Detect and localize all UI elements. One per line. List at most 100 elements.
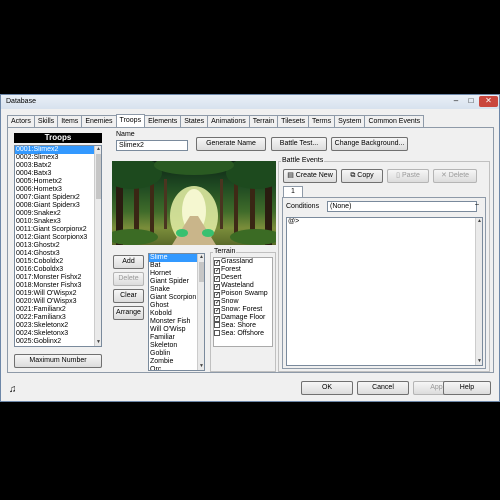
tab-terrain[interactable]: Terrain — [248, 115, 279, 127]
troop-list-item[interactable]: 0014:Ghostx3 — [15, 250, 101, 258]
troop-list-item[interactable]: 0021:Familiarx2 — [15, 306, 101, 314]
enemy-list-item[interactable]: Snake — [149, 286, 204, 294]
troop-list-item[interactable]: 0024:Skeletonx3 — [15, 330, 101, 338]
arrange-button[interactable]: Arrange — [113, 306, 144, 320]
change-background-button[interactable]: Change Background... — [331, 137, 408, 151]
enemy-list[interactable]: Slime Bat Hornet Giant Spider Snake Giant Sco… — [148, 253, 205, 371]
terrain-checkbox-row[interactable]: ✓Poison Swamp — [214, 290, 272, 298]
terrain-checkbox-row[interactable]: ✓Damage Floor — [214, 314, 272, 322]
create-new-button[interactable]: ▤ Create New — [283, 169, 337, 183]
enemy-list-item[interactable]: Hornet — [149, 270, 204, 278]
help-button[interactable]: Help — [443, 381, 491, 395]
event-page-tab-1[interactable]: 1 — [283, 186, 303, 197]
troop-list[interactable]: 0001:Slimex2 0002:Slimex3 0003:Batx2 0004:B… — [14, 145, 102, 347]
tab-tilesets[interactable]: Tilesets — [277, 115, 310, 127]
troop-list-item[interactable]: 0015:Coboldx2 — [15, 258, 101, 266]
cancel-button[interactable]: Cancel — [357, 381, 409, 395]
paste-button[interactable]: ▯ Paste — [387, 169, 429, 183]
terrain-checkbox-row[interactable]: ✓Forest — [214, 266, 272, 274]
troop-list-item[interactable]: 0005:Hornetx2 — [15, 178, 101, 186]
minimize-button[interactable]: – — [449, 96, 463, 107]
terrain-checkbox-row[interactable]: Sea: Shore — [214, 322, 272, 330]
tab-items[interactable]: Items — [57, 115, 83, 127]
tab-troops[interactable]: Troops — [115, 114, 146, 127]
troop-list-item[interactable]: 0019:Will O'Wispx2 — [15, 290, 101, 298]
troop-list-item[interactable]: 0001:Slimex2 — [15, 146, 101, 154]
close-button[interactable]: ✕ — [479, 96, 498, 107]
enemy-list-item[interactable]: Monster Fish — [149, 318, 204, 326]
troop-list-item[interactable]: 0011:Giant Scorpionx2 — [15, 226, 101, 234]
battle-background-preview[interactable] — [112, 161, 276, 245]
troop-list-item[interactable]: 0008:Giant Spiderx3 — [15, 202, 101, 210]
terrain-checkbox-row[interactable]: ✓Grassland — [214, 258, 272, 266]
troop-list-item[interactable]: 0012:Giant Scorpionx3 — [15, 234, 101, 242]
tab-terms[interactable]: Terms — [308, 115, 336, 127]
scroll-up-icon[interactable]: ▲ — [476, 218, 482, 225]
event-list-scrollbar[interactable]: ▲ ▼ — [475, 218, 482, 365]
tab-animations[interactable]: Animations — [207, 115, 250, 127]
tab-elements[interactable]: Elements — [144, 115, 182, 127]
troop-list-item[interactable]: 0002:Slimex3 — [15, 154, 101, 162]
troop-list-item[interactable]: 0023:Skeletonx2 — [15, 322, 101, 330]
troop-list-scrollbar[interactable]: ▲ ▼ — [94, 146, 101, 346]
troop-list-item[interactable]: 0025:Goblinx2 — [15, 338, 101, 346]
enemy-list-item[interactable]: Will O'Wisp — [149, 326, 204, 334]
music-note-icon[interactable]: ♫ — [9, 384, 17, 395]
enemy-list-item[interactable]: Goblin — [149, 350, 204, 358]
conditions-field[interactable]: (None) — [327, 201, 477, 212]
scroll-up-icon[interactable]: ▲ — [95, 146, 101, 153]
troop-list-item[interactable]: 0004:Batx3 — [15, 170, 101, 178]
event-command-line[interactable]: @> — [287, 218, 482, 226]
troop-list-item[interactable]: 0026:Goblinx3 — [15, 346, 101, 347]
terrain-checkbox-row[interactable]: Sea: Offshore — [214, 330, 272, 338]
scroll-down-icon[interactable]: ▼ — [476, 358, 482, 365]
scroll-thumb[interactable] — [96, 154, 101, 199]
troop-list-item[interactable]: 0016:Coboldx3 — [15, 266, 101, 274]
delete-enemy-button[interactable]: Delete — [113, 272, 144, 286]
scroll-down-icon[interactable]: ▼ — [95, 339, 101, 346]
clear-button[interactable]: Clear — [113, 289, 144, 303]
tab-system[interactable]: System — [334, 115, 366, 127]
terrain-checkbox-row[interactable]: ✓Wasteland — [214, 282, 272, 290]
troop-list-item[interactable]: 0006:Hornetx3 — [15, 186, 101, 194]
troop-list-item[interactable]: 0013:Ghostx2 — [15, 242, 101, 250]
checkbox-unchecked-icon[interactable] — [214, 330, 220, 336]
terrain-checkbox-row[interactable]: ✓Desert — [214, 274, 272, 282]
tab-enemies[interactable]: Enemies — [81, 115, 117, 127]
enemy-list-scrollbar[interactable]: ▲ ▼ — [197, 254, 204, 370]
troop-list-item[interactable]: 0007:Giant Spiderx2 — [15, 194, 101, 202]
troop-list-item[interactable]: 0003:Batx2 — [15, 162, 101, 170]
add-button[interactable]: Add — [113, 255, 144, 269]
name-field[interactable]: Slimex2 — [116, 140, 188, 151]
enemy-list-item[interactable]: Bat — [149, 262, 204, 270]
scroll-thumb[interactable] — [199, 262, 204, 282]
troop-list-item[interactable]: 0010:Snakex3 — [15, 218, 101, 226]
event-command-list[interactable]: @> ▲ ▼ — [286, 217, 483, 366]
tab-common-events[interactable]: Common Events — [364, 115, 425, 127]
tab-states[interactable]: States — [180, 115, 209, 127]
enemy-list-item[interactable]: Skeleton — [149, 342, 204, 350]
enemy-list-item[interactable]: Slime — [149, 254, 204, 262]
scroll-up-icon[interactable]: ▲ — [198, 254, 204, 261]
maximum-number-button[interactable]: Maximum Number — [14, 354, 102, 368]
copy-button[interactable]: ⧉ Copy — [341, 169, 383, 183]
troop-list-item[interactable]: 0009:Snakex2 — [15, 210, 101, 218]
terrain-checkbox-row[interactable]: ✓Snow — [214, 298, 272, 306]
enemy-list-item[interactable]: Kobold — [149, 310, 204, 318]
scroll-down-icon[interactable]: ▼ — [198, 363, 204, 370]
delete-page-button[interactable]: ✕ Delete — [433, 169, 477, 183]
enemy-list-item[interactable]: Giant Scorpion — [149, 294, 204, 302]
maximize-button[interactable]: □ — [464, 96, 478, 107]
checkbox-unchecked-icon[interactable] — [214, 322, 220, 328]
enemy-list-item[interactable]: Zombie — [149, 358, 204, 366]
tab-skills[interactable]: Skills — [33, 115, 59, 127]
enemy-list-item[interactable]: Giant Spider — [149, 278, 204, 286]
troop-list-item[interactable]: 0017:Monster Fishx2 — [15, 274, 101, 282]
enemy-list-item[interactable]: Familiar — [149, 334, 204, 342]
battle-test-button[interactable]: Battle Test... — [271, 137, 327, 151]
troop-list-item[interactable]: 0018:Monster Fishx3 — [15, 282, 101, 290]
terrain-list[interactable]: ✓Grassland ✓Forest ✓Desert ✓Wasteland ✓Poiso… — [213, 257, 273, 347]
enemy-list-item[interactable]: Orc — [149, 366, 204, 370]
conditions-dropdown-icon[interactable]: – — [475, 201, 479, 208]
tab-actors[interactable]: Actors — [7, 115, 35, 127]
